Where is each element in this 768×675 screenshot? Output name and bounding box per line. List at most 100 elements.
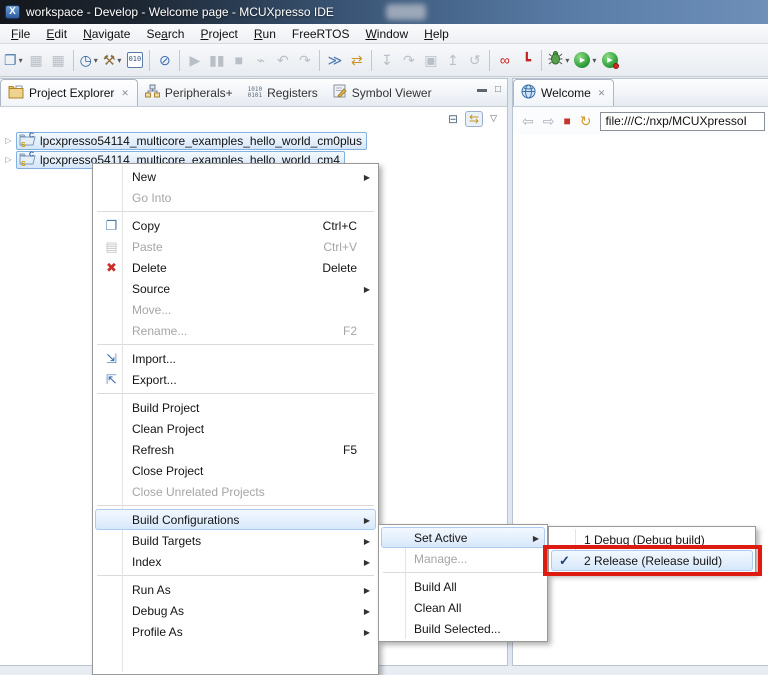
new-wizard-button[interactable]: ❐▾ xyxy=(2,48,25,72)
tab-project-explorer[interactable]: Project Explorer✕ xyxy=(0,79,138,106)
menu-item-label: Delete xyxy=(132,261,167,275)
dropdown-caret-icon: ▾ xyxy=(117,56,121,65)
menubar-item-edit[interactable]: Edit xyxy=(38,25,75,43)
close-tab-icon[interactable]: ✕ xyxy=(598,88,606,99)
menu-item-manage: Manage... xyxy=(381,548,545,569)
close-tab-icon[interactable]: ✕ xyxy=(121,88,129,99)
project-item[interactable]: CSlpcxpresso54114_multicore_examples_hel… xyxy=(16,132,367,150)
drop-to-frame-button: ▣ xyxy=(420,48,441,72)
menu-item-build-configurations[interactable]: Build Configurations▶ xyxy=(95,509,376,530)
menu-item-export[interactable]: ⇱Export... xyxy=(95,369,376,390)
menu-separator xyxy=(383,572,543,573)
save-button: ▦ xyxy=(26,48,47,72)
minimize-view-icon[interactable]: ▬ xyxy=(477,85,487,95)
toolbar-separator xyxy=(489,50,490,71)
menubar-item-run[interactable]: Run xyxy=(246,25,284,43)
menu-item-index[interactable]: Index▶ xyxy=(95,551,376,572)
menubar-item-project[interactable]: Project xyxy=(192,25,245,43)
menu-item-build-project[interactable]: Build Project xyxy=(95,397,376,418)
menu-item-paste: ▤PasteCtrl+V xyxy=(95,236,376,257)
toolbar-separator xyxy=(319,50,320,71)
debug-bug-button[interactable]: ▾ xyxy=(546,48,571,72)
menu-item-label: Build Project xyxy=(132,401,199,415)
step-over-button: ↷ xyxy=(398,48,419,72)
menubar-item-freertos[interactable]: FreeRTOS xyxy=(284,25,358,43)
submenu-arrow-icon: ▶ xyxy=(364,586,370,595)
skip-breakpoints-icon: ⊘ xyxy=(159,53,171,67)
build-hammer-button[interactable]: ⚒▾ xyxy=(101,48,124,72)
maximize-view-icon[interactable]: □ xyxy=(495,85,501,95)
menu-item-new[interactable]: New▶ xyxy=(95,166,376,187)
submenu-arrow-icon: ▶ xyxy=(533,534,539,543)
run-button[interactable]: ▶▾ xyxy=(572,48,598,72)
menubar-item-navigate[interactable]: Navigate xyxy=(75,25,138,43)
peripherals-icon xyxy=(145,84,160,101)
menu-item-import[interactable]: ⇲Import... xyxy=(95,348,376,369)
disconnect-icon: ⌁ xyxy=(257,53,265,67)
debug-probe-button[interactable]: ◷▾ xyxy=(78,48,100,72)
show-skipped-frames-icon: ≫ xyxy=(328,53,343,67)
menu-item-label: Go Into xyxy=(132,191,171,205)
refresh-icon[interactable]: ↻ xyxy=(580,114,592,128)
suspend-icon: ▮▮ xyxy=(209,53,224,67)
tree-row[interactable]: ▷CSlpcxpresso54114_multicore_examples_he… xyxy=(3,131,507,150)
menu-item-label: Source xyxy=(132,282,170,296)
link-with-editor-icon[interactable]: ⇆ xyxy=(465,111,483,127)
expander-icon[interactable]: ▷ xyxy=(3,136,14,145)
submenu-arrow-icon: ▶ xyxy=(364,285,370,294)
menu-item-clean-project[interactable]: Clean Project xyxy=(95,418,376,439)
instruction-stepping-icon: ↥ xyxy=(447,53,459,67)
menu-item-build-targets[interactable]: Build Targets▶ xyxy=(95,530,376,551)
expander-icon[interactable]: ▷ xyxy=(3,155,14,164)
menu-separator xyxy=(97,344,374,345)
menu-item-set-active[interactable]: Set Active▶ xyxy=(381,527,545,548)
back-icon[interactable]: ⇦ xyxy=(522,114,534,128)
build-configurations-submenu: Set Active▶Manage... Build AllClean AllBu… xyxy=(378,524,548,642)
menu-item-delete[interactable]: ✖DeleteDelete xyxy=(95,257,376,278)
menu-item-label: Export... xyxy=(132,373,177,387)
tab-peripherals[interactable]: Peripherals+ xyxy=(138,79,241,106)
menu-item-label: Move... xyxy=(132,303,171,317)
toggle-step-filters-button[interactable]: ⇄ xyxy=(346,48,367,72)
tab-symbol-viewer[interactable]: Symbol Viewer xyxy=(326,79,440,106)
menu-item-build-all[interactable]: Build All xyxy=(381,576,545,597)
restart-button: ↺ xyxy=(464,48,485,72)
folder-icon xyxy=(8,85,24,102)
binary-view-button[interactable]: 010 xyxy=(124,48,145,72)
profile-button[interactable]: ▶ xyxy=(599,48,620,72)
menu-item-profile-as[interactable]: Profile As▶ xyxy=(95,621,376,642)
tab-registers[interactable]: 10100101Registers xyxy=(241,79,326,106)
url-input[interactable] xyxy=(600,112,765,131)
menu-item-label: Index xyxy=(132,555,161,569)
tab-welcome[interactable]: Welcome✕ xyxy=(513,79,614,106)
menu-accelerator: F5 xyxy=(319,443,357,457)
c-project-icon: CS xyxy=(19,151,36,169)
link-with-debug-button[interactable]: ∞ xyxy=(494,48,515,72)
view-menu-icon[interactable]: ▽ xyxy=(490,114,497,123)
menu-item-debug-as[interactable]: Debug As▶ xyxy=(95,600,376,621)
view-toolbar: ⊟ ⇆ ▽ xyxy=(0,107,507,130)
menu-item-2-release-release-build[interactable]: ✓2 Release (Release build) xyxy=(551,550,753,571)
menu-item-build-selected[interactable]: Build Selected... xyxy=(381,618,545,639)
stop-icon[interactable]: ■ xyxy=(563,115,570,127)
menu-item-copy[interactable]: ❐CopyCtrl+C xyxy=(95,215,376,236)
menubar-item-search[interactable]: Search xyxy=(138,25,192,43)
menu-item-source[interactable]: Source ▶ xyxy=(95,278,376,299)
menu-item-close-project[interactable]: Close Project xyxy=(95,460,376,481)
menu-item-clean-all[interactable]: Clean All xyxy=(381,597,545,618)
menubar-item-help[interactable]: Help xyxy=(416,25,457,43)
menu-item-label: Debug As xyxy=(132,604,184,618)
menu-item-1-debug-debug-build[interactable]: 1 Debug (Debug build) xyxy=(551,529,753,550)
step-into-icon: ↧ xyxy=(381,53,393,67)
collapse-all-icon[interactable]: ⊟ xyxy=(448,113,458,125)
svg-text:C: C xyxy=(29,151,34,158)
menubar-item-file[interactable]: File xyxy=(3,25,38,43)
menu-item-refresh[interactable]: RefreshF5 xyxy=(95,439,376,460)
boot-flash-button[interactable]: ┗ xyxy=(516,48,537,72)
menu-item-run-as[interactable]: Run As▶ xyxy=(95,579,376,600)
skip-breakpoints-button[interactable]: ⊘ xyxy=(154,48,175,72)
forward-icon[interactable]: ⇨ xyxy=(543,114,555,128)
menubar-item-window[interactable]: Window xyxy=(357,25,416,43)
show-skipped-frames-button[interactable]: ≫ xyxy=(324,48,345,72)
menu-item-label: Paste xyxy=(132,240,163,254)
